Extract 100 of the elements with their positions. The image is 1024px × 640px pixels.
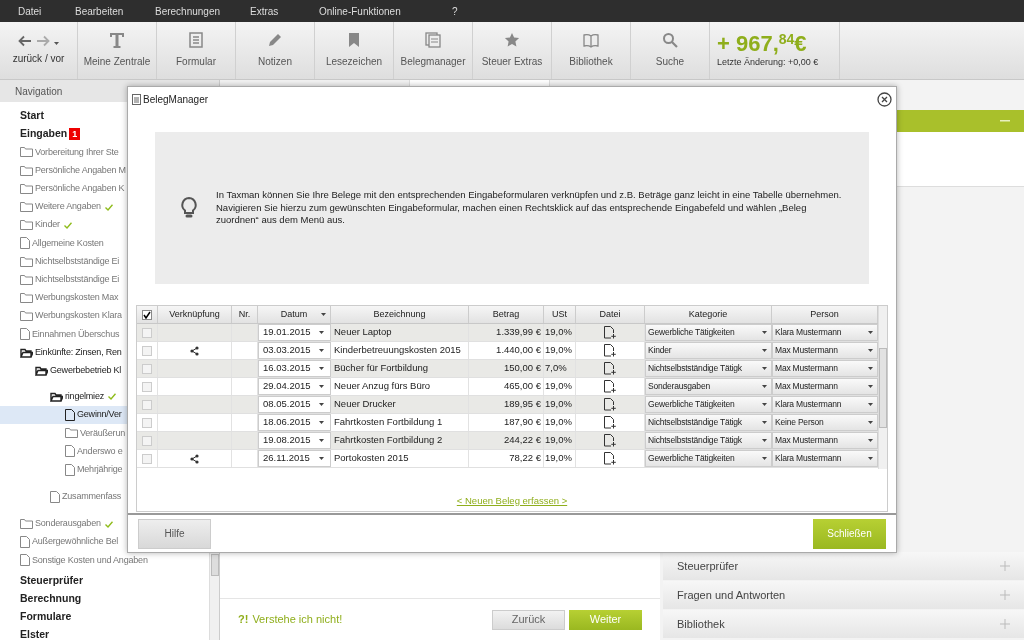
menu-item[interactable]: Extras (250, 3, 319, 19)
caret-icon[interactable] (868, 456, 873, 461)
menu-item[interactable]: ? (452, 3, 472, 19)
nav-item[interactable]: Einkünfte: Zinsen, Ren (35, 345, 122, 360)
file-plus-icon[interactable] (604, 398, 616, 411)
caret-icon[interactable] (762, 438, 767, 443)
nav-section[interactable]: Start (20, 108, 44, 124)
caret-icon[interactable] (762, 366, 767, 371)
nav-item[interactable]: Sonderausgaben (35, 517, 101, 531)
close-icon[interactable] (877, 91, 892, 107)
caret-icon[interactable] (868, 402, 873, 407)
toolbar-button[interactable]: Belegmanager (394, 22, 473, 79)
date-field[interactable]: 19.08.2015 (258, 432, 331, 449)
nav-item[interactable]: Zusammenfass (62, 490, 122, 504)
person-dropdown[interactable]: Klara Mustermann (772, 324, 878, 341)
person-dropdown[interactable]: Klara Mustermann (772, 450, 878, 467)
caret-icon[interactable] (762, 456, 767, 461)
caret-icon[interactable] (762, 330, 767, 335)
back-arrow-icon[interactable] (18, 35, 32, 47)
caret-icon[interactable] (868, 384, 873, 389)
column-header[interactable]: Datum (258, 306, 331, 323)
person-dropdown[interactable]: Max Mustermann (772, 360, 878, 377)
caret-icon[interactable] (319, 384, 324, 389)
nav-item[interactable]: Kinder (35, 218, 60, 232)
person-dropdown[interactable]: Max Mustermann (772, 342, 878, 359)
column-header[interactable]: Nr. (232, 306, 258, 323)
nav-section[interactable]: Steuerprüfer (20, 572, 83, 589)
toolbar-button[interactable]: Bibliothek (552, 22, 631, 79)
column-header[interactable]: Kategorie (645, 306, 772, 323)
nav-item[interactable]: Gewerbebetrieb Kl (50, 363, 122, 378)
nav-section[interactable]: Berechnung (20, 590, 82, 607)
menu-item[interactable]: Bearbeiten (75, 3, 155, 19)
nav-item[interactable]: Allgemeine Kosten (32, 236, 104, 251)
nav-section[interactable]: Eingaben (20, 126, 68, 143)
column-header[interactable]: Betrag (469, 306, 544, 323)
caret-icon[interactable] (319, 330, 324, 335)
category-dropdown[interactable]: Gewerbliche Tätigkeiten (645, 450, 772, 467)
caret-icon[interactable] (868, 420, 873, 425)
accordion-header[interactable]: Steuerprüfer (663, 552, 1024, 580)
file-plus-icon[interactable] (604, 362, 616, 375)
accordion-header[interactable]: Fragen und Antworten (663, 581, 1024, 609)
category-dropdown[interactable]: Sonderausgaben (645, 378, 772, 395)
caret-icon[interactable] (868, 438, 873, 443)
category-dropdown[interactable]: Nichtselbstständige Tätigk (645, 360, 772, 377)
back-button[interactable]: Zurück (492, 609, 565, 630)
file-plus-icon[interactable] (604, 344, 616, 357)
file-plus-icon[interactable] (604, 416, 616, 429)
column-header[interactable]: USt (544, 306, 576, 323)
person-dropdown[interactable]: Keine Person (772, 414, 878, 431)
nav-item[interactable]: Anderswo e (77, 444, 123, 459)
caret-icon[interactable] (762, 420, 767, 425)
category-dropdown[interactable]: Nichtselbstständige Tätigk (645, 432, 772, 449)
accordion-header[interactable]: Bibliothek (663, 610, 1024, 638)
caret-icon[interactable] (319, 420, 324, 425)
toolbar-button[interactable]: Meine Zentrale (78, 22, 157, 79)
category-dropdown[interactable]: Kinder (645, 342, 772, 359)
nav-item[interactable]: Werbungskosten Max (35, 291, 119, 305)
nav-item[interactable]: Nichtselbstständige Ei (35, 254, 120, 269)
scrollbar[interactable] (878, 306, 887, 469)
caret-icon[interactable] (868, 366, 873, 371)
checkbox[interactable] (142, 309, 152, 320)
menu-item[interactable]: Online-Funktionen (319, 3, 452, 19)
nav-item[interactable]: Sonstige Kosten und Angaben (32, 553, 148, 568)
nav-item[interactable]: Werbungskosten Klara (35, 309, 122, 323)
nav-item[interactable]: Nichtselbstständige Ei (35, 273, 120, 287)
nav-item[interactable]: Persönliche Angaben M (35, 163, 126, 178)
menu-item[interactable]: Berechnungen (155, 3, 250, 19)
category-dropdown[interactable]: Gewerbliche Tätigkeiten (645, 396, 772, 413)
nav-section[interactable]: Formulare (20, 609, 72, 625)
toolbar-button[interactable]: Suche (631, 22, 710, 79)
nav-item[interactable]: Außergewöhnliche Bel (32, 535, 119, 549)
nav-item[interactable]: Veräußerun (80, 426, 126, 441)
menu-item[interactable]: Datei (18, 3, 75, 19)
caret-icon[interactable] (319, 348, 324, 353)
caret-icon[interactable] (319, 438, 324, 443)
date-field[interactable]: 03.03.2015 (258, 342, 331, 359)
date-field[interactable]: 29.04.2015 (258, 378, 331, 395)
nav-item[interactable]: Mehrjährige (77, 462, 123, 477)
column-header[interactable]: Bezeichnung (331, 306, 469, 323)
column-header[interactable]: Datei (576, 306, 645, 323)
person-dropdown[interactable]: Klara Mustermann (772, 396, 878, 413)
caret-icon[interactable] (319, 402, 324, 407)
toolbar-button[interactable]: Steuer Extras (473, 22, 552, 79)
caret-icon[interactable] (319, 366, 324, 371)
caret-icon[interactable] (762, 384, 767, 389)
date-field[interactable]: 16.03.2015 (258, 360, 331, 377)
caret-icon[interactable] (54, 42, 59, 46)
toolbar-button[interactable]: Lesezeichen (315, 22, 394, 79)
person-dropdown[interactable]: Max Mustermann (772, 378, 878, 395)
file-plus-icon[interactable] (604, 326, 616, 339)
file-plus-icon[interactable] (604, 380, 616, 393)
file-plus-icon[interactable] (604, 434, 616, 447)
nav-item[interactable]: Vorbereitung Ihrer Ste (35, 145, 119, 160)
help-button[interactable]: Hilfe (138, 518, 211, 549)
date-field[interactable]: 19.01.2015 (258, 324, 331, 341)
category-dropdown[interactable]: Gewerbliche Tätigkeiten (645, 324, 772, 341)
person-dropdown[interactable]: Max Mustermann (772, 432, 878, 449)
toolbar-button[interactable]: Formular (157, 22, 236, 79)
caret-icon[interactable] (762, 402, 767, 407)
column-header[interactable]: Verknüpfung (158, 306, 232, 323)
